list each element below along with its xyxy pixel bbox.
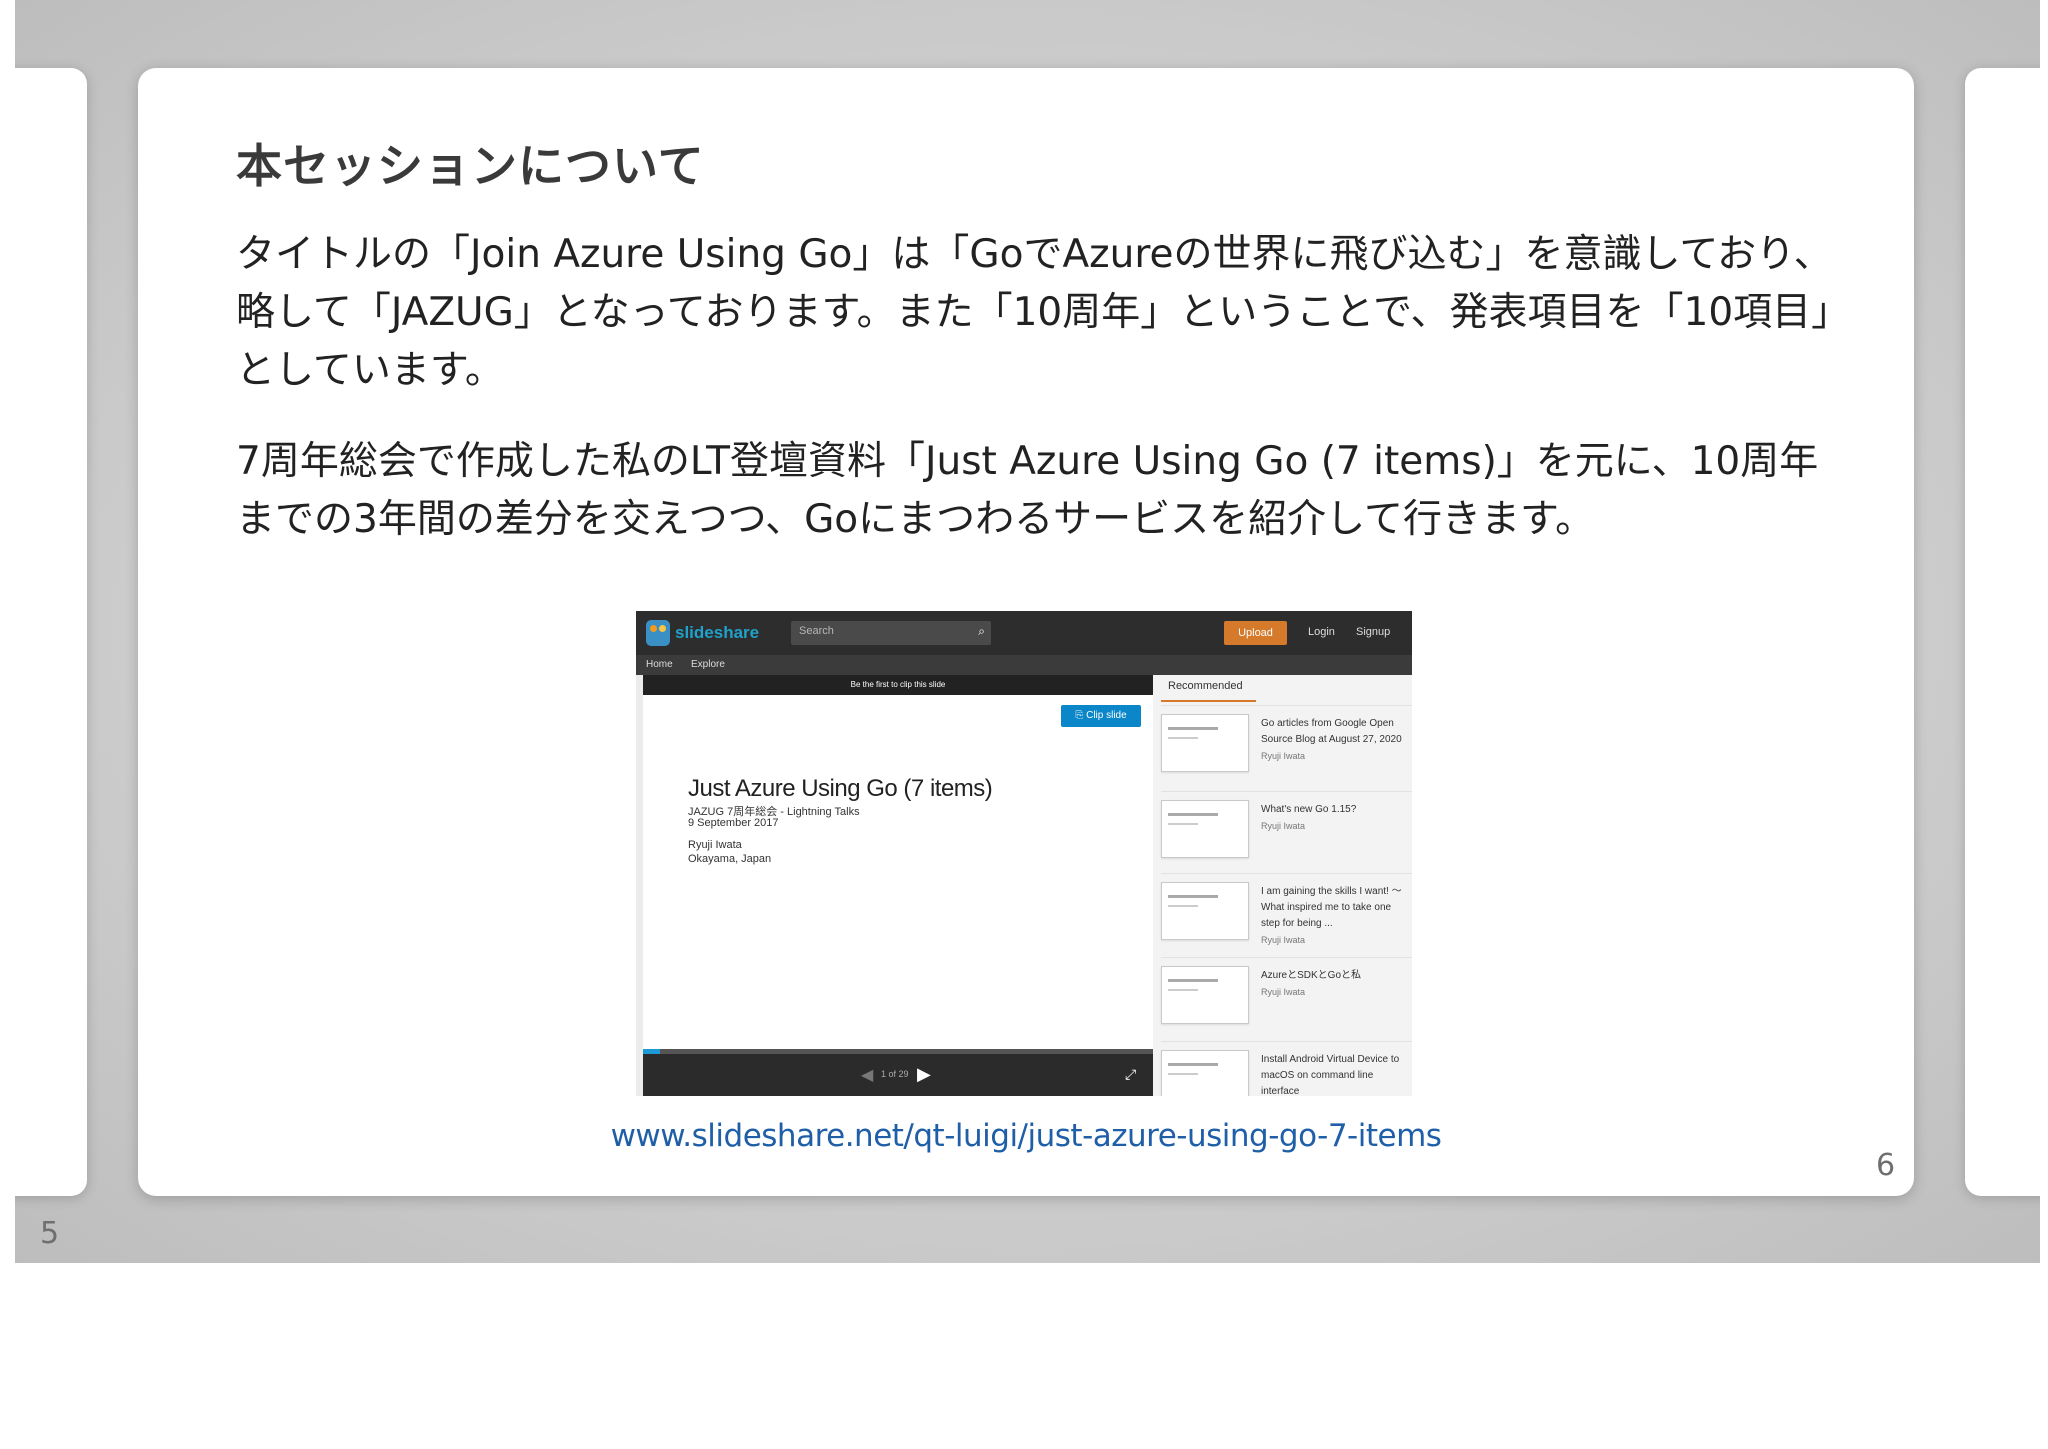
page-number-current: 6 [1876, 1148, 1896, 1183]
viewer-slide-place: Okayama, Japan [688, 853, 772, 865]
expand-icon[interactable]: ⤢ [1125, 1066, 1136, 1083]
slideshare-logo-icon [646, 620, 670, 646]
current-slide: 本セッションについて タイトルの「Join Azure Using Go」は「G… [138, 68, 1914, 1196]
clip-slide-label: Clip slide [1086, 710, 1127, 721]
recommended-thumbnail[interactable] [1161, 882, 1249, 940]
clip-banner: Be the first to clip this slide [643, 675, 1153, 695]
slideshare-nav: Home Explore [636, 655, 1412, 675]
slide-paragraph-2: 7周年総会で作成した私のLT登壇資料「Just Azure Using Go (… [236, 439, 1819, 542]
recommended-thumbnail[interactable] [1161, 714, 1249, 772]
viewer-slide-title: Just Azure Using Go (7 items) [688, 775, 993, 802]
recommended-author: Ryuji Iwata [1261, 821, 1306, 831]
recommended-title-text: What's new Go 1.15? [1261, 804, 1357, 815]
signup-link[interactable]: Signup [1356, 626, 1390, 638]
recommended-title[interactable]: What's new Go 1.15? Ryuji Iwata [1261, 802, 1411, 834]
recommended-item[interactable]: Go articles from Google Open Source Blog… [1161, 705, 1412, 786]
recommended-title[interactable]: I am gaining the skills I want! 〜What in… [1261, 884, 1411, 948]
recommended-item[interactable]: I am gaining the skills I want! 〜What in… [1161, 873, 1412, 954]
recommended-item[interactable]: Install Android Virtual Device to macOS … [1161, 1041, 1412, 1096]
viewer-slide-author: Ryuji Iwata [688, 839, 742, 851]
viewer-controls: ◀ 1 of 29 ▶ ⤢ [643, 1054, 1153, 1096]
previous-slide-edge[interactable]: 5 [15, 68, 87, 1251]
recommended-author: Ryuji Iwata [1261, 935, 1306, 945]
page-counter: 1 of 29 [881, 1069, 909, 1079]
recommended-item[interactable]: AzureとSDKとGoと私 Ryuji Iwata [1161, 957, 1412, 1038]
recommended-thumbnail[interactable] [1161, 800, 1249, 858]
recommended-title[interactable]: AzureとSDKとGoと私 Ryuji Iwata [1261, 968, 1411, 1000]
upload-button[interactable]: Upload [1224, 621, 1287, 645]
nav-explore[interactable]: Explore [691, 659, 725, 670]
recommended-title[interactable]: Go articles from Google Open Source Blog… [1261, 716, 1411, 764]
clip-icon: ⎘ [1075, 710, 1087, 721]
slideshare-link[interactable]: www.slideshare.net/qt-luigi/just-azure-u… [138, 1118, 1914, 1154]
search-icon[interactable]: ⌕ [978, 624, 985, 639]
recommended-title[interactable]: Install Android Virtual Device to macOS … [1261, 1052, 1411, 1096]
slideshare-logo-text: slideshare [675, 623, 760, 642]
slideshare-screenshot: slideshare Search ⌕ Upload Login Signup … [636, 611, 1412, 1096]
recommended-thumbnail[interactable] [1161, 1050, 1249, 1096]
page-number-prev: 5 [40, 1216, 60, 1251]
recommended-title-text: Install Android Virtual Device to macOS … [1261, 1054, 1400, 1096]
slideshare-logo[interactable]: slideshare [646, 619, 759, 647]
recommended-item[interactable]: What's new Go 1.15? Ryuji Iwata [1161, 791, 1412, 872]
recommended-tab-underline [1161, 700, 1256, 702]
recommended-author: Ryuji Iwata [1261, 987, 1306, 997]
slide-title: 本セッションについて [236, 139, 705, 193]
recommended-panel: Recommended Go articles from Google Open… [1153, 675, 1412, 1096]
triangle-right-icon[interactable]: ▶ [917, 1064, 931, 1085]
recommended-title-text: AzureとSDKとGoと私 [1261, 970, 1362, 981]
nav-home[interactable]: Home [646, 659, 673, 670]
recommended-tab[interactable]: Recommended [1168, 680, 1243, 692]
login-link[interactable]: Login [1308, 626, 1335, 638]
next-slide-edge[interactable] [1965, 68, 2040, 1196]
recommended-thumbnail[interactable] [1161, 966, 1249, 1024]
slideshow-stage: 5 本セッションについて タイトルの「Join Azure Using Go」は… [15, 0, 2040, 1263]
recommended-author: Ryuji Iwata [1261, 751, 1306, 761]
recommended-title-text: I am gaining the skills I want! 〜What in… [1261, 886, 1402, 929]
search-input[interactable]: Search ⌕ [791, 621, 991, 645]
clip-slide-button[interactable]: ⎘ Clip slide [1061, 705, 1141, 727]
viewer-slide-date: 9 September 2017 [688, 817, 779, 829]
triangle-left-icon[interactable]: ◀ [861, 1065, 873, 1085]
slide-paragraph-1: タイトルの「Join Azure Using Go」は「GoでAzureの世界に… [236, 232, 1833, 393]
search-placeholder: Search [799, 625, 834, 637]
slideshare-topbar: slideshare Search ⌕ Upload Login Signup [636, 611, 1412, 655]
recommended-title-text: Go articles from Google Open Source Blog… [1261, 718, 1402, 745]
slide-viewer: Be the first to clip this slide ⎘ Clip s… [643, 675, 1153, 1096]
